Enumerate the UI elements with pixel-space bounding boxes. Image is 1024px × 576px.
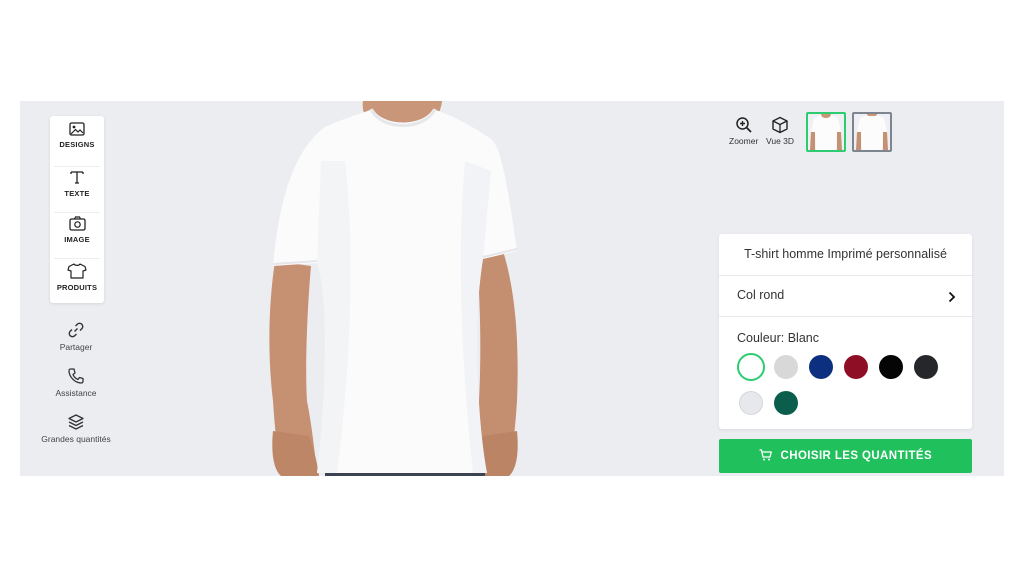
phone-icon [40, 367, 112, 385]
color-swatch[interactable] [737, 353, 765, 381]
style-label: Col rond [737, 288, 785, 302]
camera-icon [50, 216, 104, 231]
layers-icon [40, 413, 112, 431]
tool-texte[interactable]: TEXTE [50, 169, 104, 215]
product-title: T-shirt homme Imprimé personnalisé [744, 247, 947, 261]
chevron-right-icon [948, 290, 956, 308]
color-swatch[interactable] [914, 355, 938, 379]
choose-quantities-button[interactable]: CHOISIR LES QUANTITÉS [719, 439, 972, 473]
zoom-label: Zoomer [729, 136, 759, 146]
zoom-in-icon [729, 116, 758, 134]
cube-icon [766, 116, 794, 134]
share-link[interactable]: Partager [40, 321, 112, 352]
color-swatch[interactable] [844, 355, 868, 379]
divider [719, 316, 972, 317]
tool-label: TEXTE [64, 189, 90, 198]
tshirt-icon [50, 263, 104, 279]
tool-image[interactable]: IMAGE [50, 216, 104, 262]
assistance-link[interactable]: Assistance [40, 367, 112, 398]
cta-label: CHOISIR LES QUANTITÉS [780, 450, 933, 462]
thumbnail-back[interactable] [852, 112, 892, 152]
image-icon [50, 122, 104, 136]
divider [54, 212, 100, 213]
color-swatch[interactable] [879, 355, 903, 379]
text-icon [50, 169, 104, 185]
tool-label: DESIGNS [59, 140, 95, 149]
divider [54, 166, 100, 167]
bulk-label: Grandes quantités [41, 434, 111, 444]
color-swatch[interactable] [774, 355, 798, 379]
cart-icon [759, 449, 781, 462]
tool-card: DESIGNS TEXTE IMAGE PRODUITS [50, 116, 104, 303]
thumbnail-front[interactable] [806, 112, 846, 152]
view-3d-button[interactable]: Vue 3D [766, 116, 794, 146]
bulk-link[interactable]: Grandes quantités [40, 413, 112, 444]
share-label: Partager [59, 342, 93, 352]
customizer-stage: DESIGNS TEXTE IMAGE PRODUITS Partager As… [20, 101, 1004, 476]
color-label: Couleur: Blanc [737, 331, 819, 345]
color-swatch[interactable] [809, 355, 833, 379]
view-3d-label: Vue 3D [766, 136, 795, 146]
divider [54, 258, 100, 259]
tool-label: PRODUITS [56, 283, 98, 292]
tool-label: IMAGE [64, 235, 90, 244]
tool-designs[interactable]: DESIGNS [50, 122, 104, 168]
assistance-label: Assistance [55, 388, 97, 398]
product-preview[interactable] [255, 101, 585, 476]
product-options-card: T-shirt homme Imprimé personnalisé Col r… [719, 234, 972, 429]
link-icon [40, 321, 112, 339]
zoom-button[interactable]: Zoomer [729, 116, 758, 146]
tool-produits[interactable]: PRODUITS [50, 263, 104, 309]
style-selector[interactable]: Col rond [719, 276, 972, 316]
color-swatch[interactable] [739, 391, 763, 415]
color-swatch[interactable] [774, 391, 798, 415]
